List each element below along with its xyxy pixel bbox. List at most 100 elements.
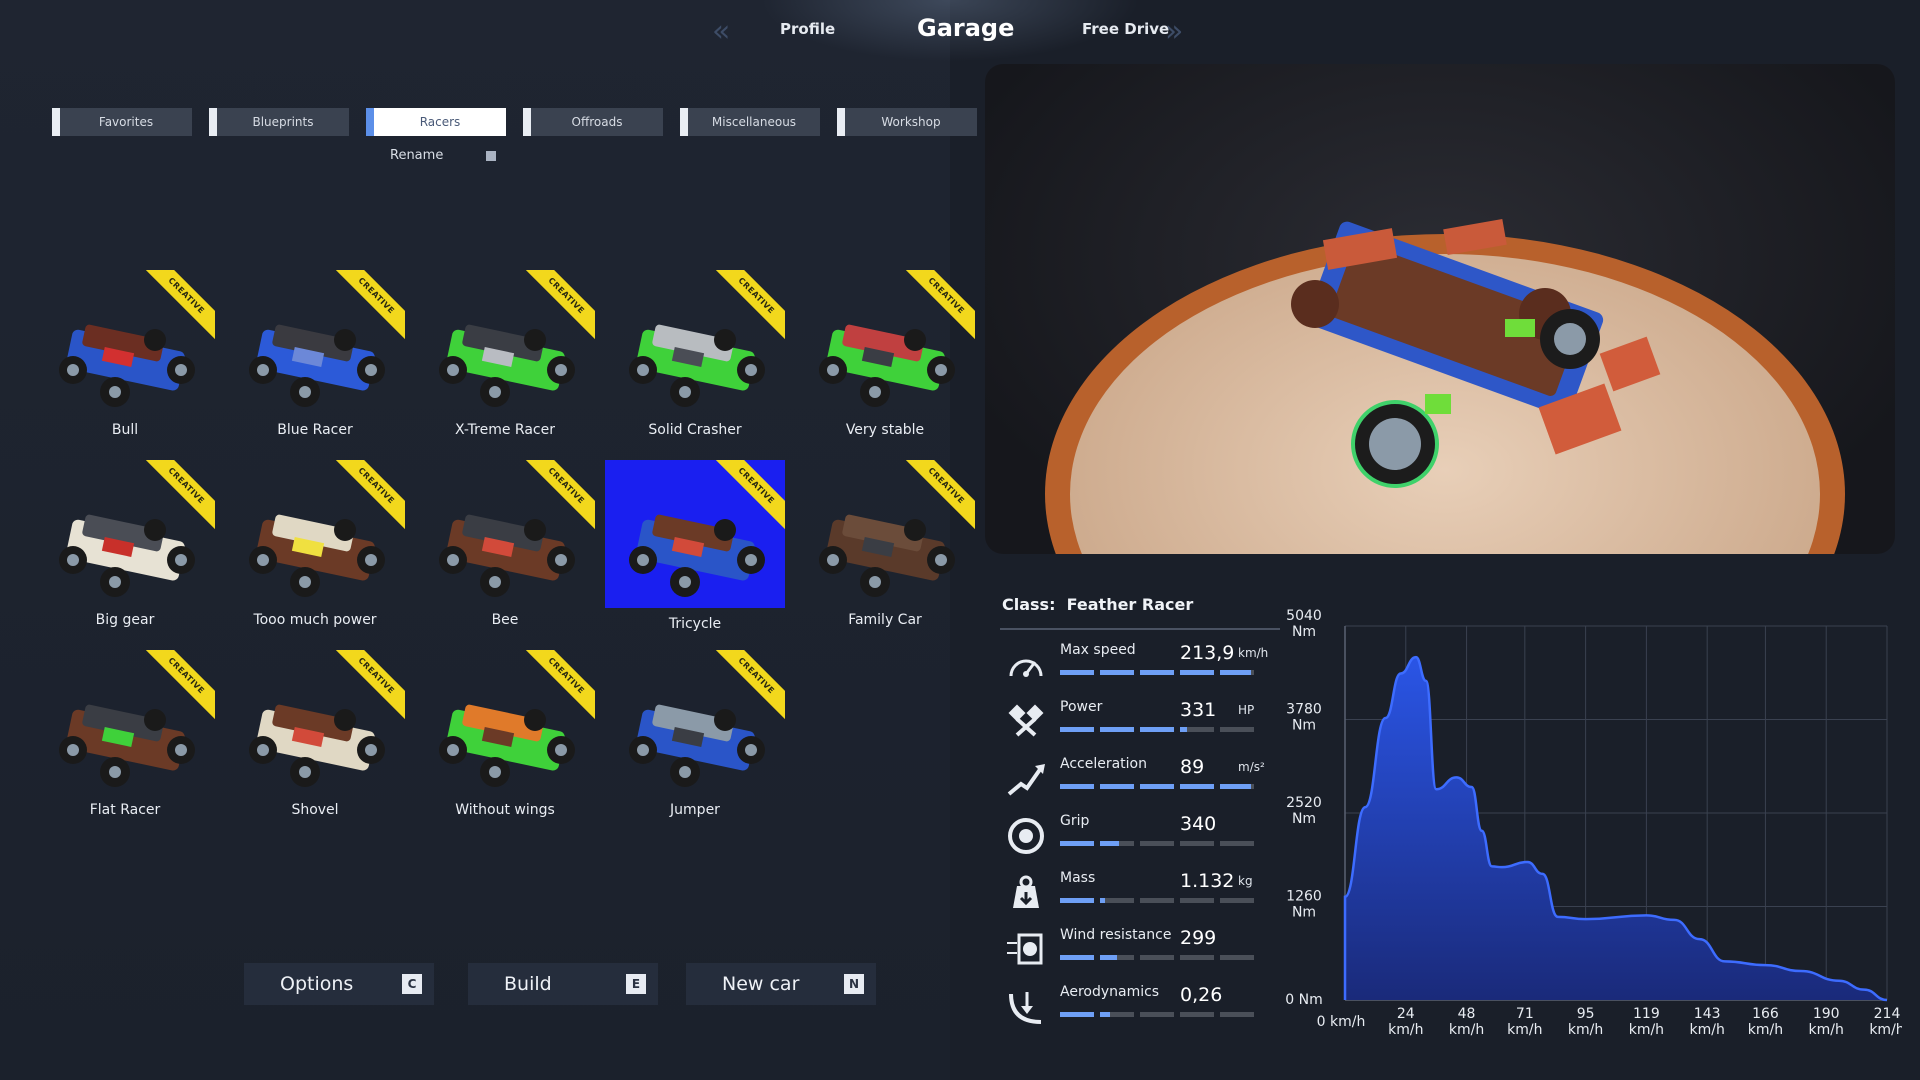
stat-value: 340: [1180, 813, 1217, 835]
stat-bar: [1060, 670, 1254, 675]
creative-badge: CREATIVE: [525, 650, 595, 720]
car-name: Blue Racer: [277, 422, 353, 438]
car-card[interactable]: CREATIVE Tricycle: [600, 460, 790, 632]
tab-racers[interactable]: Racers: [366, 108, 506, 136]
creative-ribbon: CREATIVE: [715, 270, 785, 340]
car-name: Very stable: [845, 422, 925, 438]
rename-key-icon[interactable]: [486, 151, 496, 161]
car-thumbnail: CREATIVE: [35, 460, 215, 608]
chart-y-tick-label: 5040 Nm: [1286, 608, 1322, 640]
car-name: Family Car: [848, 612, 922, 628]
stat-bar-segment: [1060, 955, 1094, 960]
creative-badge: CREATIVE: [715, 270, 785, 340]
chart-x-tick-label: 143 km/h: [1690, 1006, 1725, 1038]
stat-bar: [1060, 841, 1254, 846]
car-thumbnail: CREATIVE: [225, 460, 405, 608]
car-name: Bee: [491, 612, 519, 628]
key-hint-n: N: [844, 974, 864, 994]
nav-garage-title: Garage: [917, 14, 1015, 42]
aerodynamics-icon: [1009, 992, 1042, 1024]
creative-badge: CREATIVE: [905, 460, 975, 530]
stat-row: Power 331 HP: [1005, 697, 1275, 753]
stat-bar-segment: [1140, 1012, 1174, 1017]
car-card[interactable]: CREATIVE Solid Crasher: [600, 270, 790, 438]
creative-ribbon: CREATIVE: [335, 270, 405, 340]
car-thumbnail: CREATIVE: [225, 270, 405, 418]
rename-label[interactable]: Rename: [390, 148, 443, 163]
car-card[interactable]: CREATIVE Tooo much power: [220, 460, 410, 628]
creative-ribbon: CREATIVE: [145, 650, 215, 720]
creative-badge: CREATIVE: [335, 270, 405, 340]
stat-bar-segment: [1140, 727, 1174, 732]
stat-bar-segment: [1100, 784, 1134, 789]
stat-bar-segment: [1060, 1012, 1094, 1017]
stat-name: Max speed: [1060, 642, 1136, 658]
car-card[interactable]: CREATIVE Shovel: [220, 650, 410, 818]
tab-blueprints[interactable]: Blueprints: [209, 108, 349, 136]
weight-icon: [1013, 875, 1039, 908]
stat-bar: [1060, 1012, 1254, 1017]
car-thumbnail: CREATIVE: [35, 270, 215, 418]
tab-workshop[interactable]: Workshop: [837, 108, 977, 136]
nav-profile[interactable]: Profile: [780, 20, 835, 38]
stat-bar: [1060, 898, 1254, 903]
car-card[interactable]: CREATIVE Blue Racer: [220, 270, 410, 438]
creative-badge: CREATIVE: [145, 270, 215, 340]
stat-unit: kg: [1238, 874, 1253, 888]
car-card[interactable]: CREATIVE Without wings: [410, 650, 600, 818]
new-car-button[interactable]: New car N: [686, 963, 876, 1005]
car-card[interactable]: CREATIVE Bee: [410, 460, 600, 628]
nav-free-drive[interactable]: Free Drive: [1082, 20, 1169, 38]
stat-bar-segment: [1060, 670, 1094, 675]
car-class: Class: Feather Racer: [1002, 595, 1194, 614]
wind-icon: [1007, 933, 1043, 965]
creative-ribbon: CREATIVE: [525, 460, 595, 530]
car-card[interactable]: CREATIVE Flat Racer: [30, 650, 220, 818]
stat-row: Acceleration 89 m/s²: [1005, 754, 1275, 810]
creative-badge: CREATIVE: [335, 650, 405, 720]
tab-offroads[interactable]: Offroads: [523, 108, 663, 136]
top-navigation: « Profile Garage Free Drive »: [700, 0, 1200, 62]
tab-favorites[interactable]: Favorites: [52, 108, 192, 136]
stat-bar-segment: [1060, 727, 1094, 732]
car-3d-preview[interactable]: [985, 64, 1895, 554]
stat-value: 299: [1180, 927, 1217, 949]
car-card[interactable]: CREATIVE Bull: [30, 270, 220, 438]
nav-right-chevron-icon[interactable]: »: [1165, 14, 1183, 49]
stat-bar-segment: [1180, 841, 1214, 846]
options-button[interactable]: Options C: [244, 963, 434, 1005]
turntable-car-render: [1045, 218, 1845, 554]
stat-name: Mass: [1060, 870, 1096, 886]
category-tabs: Favorites Blueprints Racers Offroads Mis…: [52, 108, 977, 136]
car-name: Tricycle: [668, 616, 722, 632]
stat-bar-segment: [1100, 898, 1134, 903]
car-thumbnail: CREATIVE: [415, 270, 595, 418]
stat-bar: [1060, 955, 1254, 960]
car-card[interactable]: CREATIVE Jumper: [600, 650, 790, 818]
tab-miscellaneous[interactable]: Miscellaneous: [680, 108, 820, 136]
build-button[interactable]: Build E: [468, 963, 658, 1005]
nav-left-chevron-icon[interactable]: «: [712, 14, 730, 49]
car-thumbnail: CREATIVE: [35, 650, 215, 798]
stat-name: Grip: [1060, 813, 1090, 829]
car-card[interactable]: CREATIVE Family Car: [790, 460, 980, 628]
car-name: Big gear: [95, 612, 155, 628]
chart-x-tick-label: 166 km/h: [1748, 1006, 1783, 1038]
stat-bar-segment: [1180, 670, 1214, 675]
stat-bar-segment: [1220, 1012, 1254, 1017]
car-card[interactable]: CREATIVE X-Treme Racer: [410, 270, 600, 438]
creative-ribbon: CREATIVE: [905, 270, 975, 340]
stat-bar-segment: [1140, 841, 1174, 846]
stat-bar-segment: [1180, 955, 1214, 960]
car-name: Tooo much power: [253, 612, 377, 628]
car-thumbnail: CREATIVE: [605, 270, 785, 418]
car-name: Flat Racer: [89, 802, 161, 818]
torque-area: [1345, 657, 1887, 1000]
stat-bar-segment: [1100, 1012, 1134, 1017]
car-card[interactable]: CREATIVE Very stable: [790, 270, 980, 438]
stat-bar: [1060, 784, 1254, 789]
class-divider: [1000, 628, 1280, 630]
creative-ribbon: CREATIVE: [525, 270, 595, 340]
stat-row: Max speed 213,9 km/h: [1005, 640, 1275, 696]
car-card[interactable]: CREATIVE Big gear: [30, 460, 220, 628]
